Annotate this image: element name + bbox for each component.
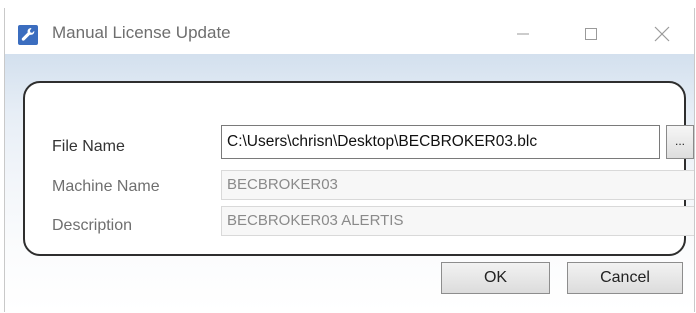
machine-name-label: Machine Name	[52, 178, 160, 195]
file-name-label: File Name	[52, 138, 125, 155]
file-name-field[interactable]: C:\Users\chrisn\Desktop\BECBROKER03.blc	[221, 125, 660, 159]
dialog-window: Manual License Update File Name C:\Users…	[4, 8, 695, 312]
wrench-icon	[18, 25, 38, 45]
maximize-button[interactable]	[568, 17, 614, 51]
description-label: Description	[52, 217, 133, 234]
close-icon	[654, 26, 670, 42]
maximize-icon	[585, 28, 597, 40]
title-bar[interactable]: Manual License Update	[5, 8, 694, 54]
window-title: Manual License Update	[52, 23, 231, 42]
machine-name-field: BECBROKER03	[221, 170, 694, 200]
form-panel: File Name C:\Users\chrisn\Desktop\BECBRO…	[23, 81, 694, 256]
cancel-button[interactable]: Cancel	[567, 262, 683, 294]
description-field: BECBROKER03 ALERTIS	[221, 206, 694, 236]
close-button[interactable]	[639, 17, 685, 51]
ok-button[interactable]: OK	[441, 262, 550, 294]
browse-button[interactable]: ...	[666, 125, 694, 159]
minimize-button[interactable]	[500, 17, 546, 51]
minimize-icon	[517, 33, 529, 35]
